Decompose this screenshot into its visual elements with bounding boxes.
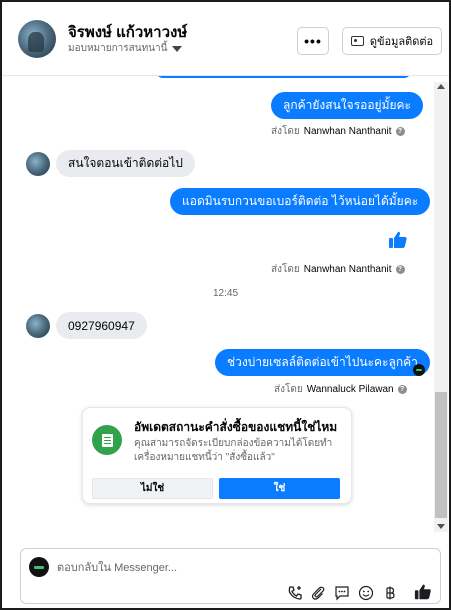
sent-by-prefix: ส่งโดย bbox=[271, 126, 300, 137]
attachment-icon[interactable] bbox=[310, 585, 326, 601]
scrollbar-thumb[interactable] bbox=[435, 392, 447, 518]
sent-by-prefix: ส่งโดย bbox=[271, 264, 300, 275]
order-status-yes-button[interactable]: ใช่ bbox=[219, 478, 340, 499]
sent-by-label: ส่งโดย Nanwhan Nanthanit ? bbox=[271, 124, 405, 139]
sender-name: Nanwhan Nanthanit bbox=[303, 126, 392, 137]
assign-label: มอบหมายการสนทนานี้ bbox=[68, 43, 168, 54]
message-bubble-outgoing: ช่วงบ่ายเซลล์ติดต่อเข้าไปนะคะลูกค้า bbox=[215, 349, 430, 376]
send-thumbs-up-icon[interactable] bbox=[414, 583, 432, 601]
contact-avatar[interactable] bbox=[18, 20, 56, 58]
more-options-button[interactable]: ••• bbox=[297, 27, 329, 55]
seen-receipt-avatar bbox=[413, 364, 425, 376]
message-bubble-incoming: สนใจตอนเข้าติดต่อไป bbox=[56, 150, 195, 177]
view-contact-label: ดูข้อมูลติดต่อ bbox=[369, 36, 434, 48]
info-icon[interactable]: ? bbox=[395, 127, 405, 136]
info-icon[interactable]: ? bbox=[397, 385, 407, 394]
scroll-up-arrow-icon[interactable] bbox=[437, 84, 445, 89]
phone-plus-icon[interactable] bbox=[287, 585, 303, 601]
sender-name: Wannaluck Pilawan bbox=[306, 384, 394, 395]
reply-composer bbox=[20, 548, 441, 604]
message-bubble-outgoing-partial bbox=[156, 76, 411, 78]
order-status-card: อัพเดตสถานะคำสั่งซื้อของแชทนี้ใช่ไหม คุณ… bbox=[82, 407, 352, 504]
info-icon[interactable]: ? bbox=[395, 265, 405, 274]
quick-reply-icon[interactable] bbox=[334, 585, 350, 601]
assign-conversation-dropdown[interactable]: มอบหมายการสนทนานี้ bbox=[68, 41, 183, 56]
sent-by-prefix: ส่งโดย bbox=[274, 384, 303, 395]
message-bubble-outgoing: แอดมินรบกวนขอเบอร์ติดต่อ ไว้หน่อยได้มั้ย… bbox=[170, 188, 431, 215]
sender-name: Nanwhan Nanthanit bbox=[303, 264, 392, 275]
message-bubble-outgoing: ลูกค้ายังสนใจรออยู่มั้ยคะ bbox=[271, 92, 423, 119]
order-status-description: คุณสามารถจัดระเบียบกล่องข้อความได้โดยทำเ… bbox=[134, 438, 333, 463]
emoji-icon[interactable] bbox=[358, 585, 374, 601]
order-status-title: อัพเดตสถานะคำสั่งซื้อของแชทนี้ใช่ไหม bbox=[134, 420, 338, 434]
contact-avatar-small bbox=[26, 152, 50, 176]
contact-avatar-small bbox=[26, 314, 50, 338]
reply-input[interactable] bbox=[57, 560, 417, 576]
page-avatar bbox=[29, 557, 49, 577]
message-timestamp: 12:45 bbox=[212, 288, 239, 299]
baht-icon[interactable] bbox=[382, 585, 398, 601]
message-bubble-incoming: 0927960947 bbox=[56, 312, 147, 339]
caret-down-icon bbox=[172, 45, 183, 52]
messenger-window: จิรพงษ์ แก้วหาวงษ์ มอบหมายการสนทนานี้ ••… bbox=[0, 0, 451, 610]
sent-by-label: ส่งโดย Nanwhan Nanthanit ? bbox=[271, 262, 405, 277]
order-document-icon bbox=[92, 425, 122, 455]
thumbs-up-icon bbox=[389, 231, 407, 248]
sent-by-label: ส่งโดย Wannaluck Pilawan ? bbox=[274, 382, 407, 397]
order-status-no-button[interactable]: ไม่ใช่ bbox=[92, 478, 213, 499]
contact-card-icon bbox=[350, 36, 364, 46]
scroll-down-arrow-icon[interactable] bbox=[437, 524, 445, 529]
conversation-header: จิรพงษ์ แก้วหาวงษ์ มอบหมายการสนทนานี้ ••… bbox=[2, 2, 449, 76]
view-contact-button[interactable]: ดูข้อมูลติดต่อ bbox=[342, 27, 442, 55]
